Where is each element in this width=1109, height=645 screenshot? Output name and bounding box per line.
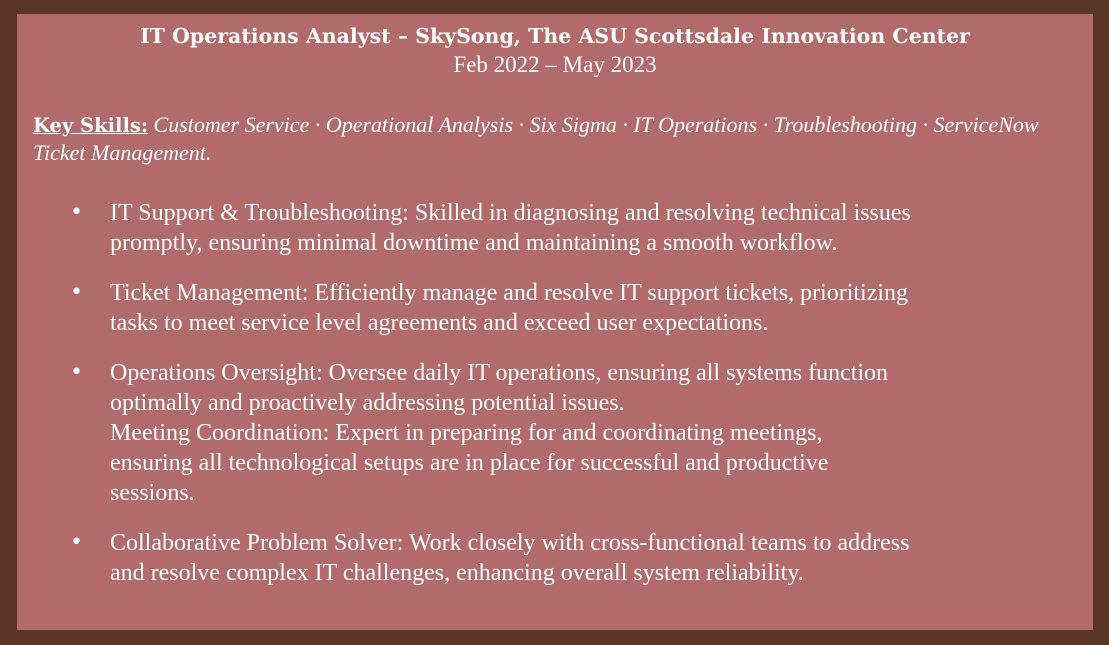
- list-item: • Operations Oversight: Oversee daily IT…: [17, 358, 1093, 508]
- list-item-line: IT Support & Troubleshooting: Skilled in…: [110, 200, 911, 226]
- key-skills-list: Customer Service · Operational Analysis …: [33, 112, 1039, 165]
- list-item-line: Operations Oversight: Oversee daily IT o…: [110, 360, 889, 386]
- list-item-line: Collaborative Problem Solver: Work close…: [110, 530, 910, 556]
- key-skills-label: Key Skills:: [33, 114, 149, 137]
- list-item-line: Meeting Coordination: Expert in preparin…: [110, 420, 823, 446]
- responsibilities-list: • IT Support & Troubleshooting: Skilled …: [17, 198, 1093, 608]
- list-item: • Ticket Management: Efficiently manage …: [17, 278, 1093, 338]
- list-item: • Collaborative Problem Solver: Work clo…: [17, 528, 1093, 588]
- key-skills: Key Skills: Customer Service · Operation…: [33, 111, 1073, 166]
- job-title: IT Operations Analyst – SkySong, The ASU…: [140, 24, 970, 48]
- bullet-icon: •: [70, 200, 83, 225]
- list-item-line: Ticket Management: Efficiently manage an…: [110, 280, 909, 306]
- job-dates: Feb 2022 – May 2023: [453, 52, 657, 77]
- bullet-icon: •: [70, 360, 83, 385]
- list-item: • IT Support & Troubleshooting: Skilled …: [17, 198, 1093, 258]
- list-item-line: optimally and proactively addressing pot…: [110, 390, 625, 416]
- list-item-line: tasks to meet service level agreements a…: [110, 310, 769, 336]
- bullet-icon: •: [70, 530, 83, 555]
- list-item-line: and resolve complex IT challenges, enhan…: [110, 560, 804, 586]
- list-item-line: sessions.: [110, 480, 195, 506]
- list-item-line: promptly, ensuring minimal downtime and …: [110, 230, 838, 256]
- bullet-icon: •: [70, 280, 83, 305]
- resume-section-card: IT Operations Analyst – SkySong, The ASU…: [17, 14, 1093, 630]
- list-item-line: ensuring all technological setups are in…: [110, 450, 829, 476]
- job-header: IT Operations Analyst – SkySong, The ASU…: [17, 22, 1093, 80]
